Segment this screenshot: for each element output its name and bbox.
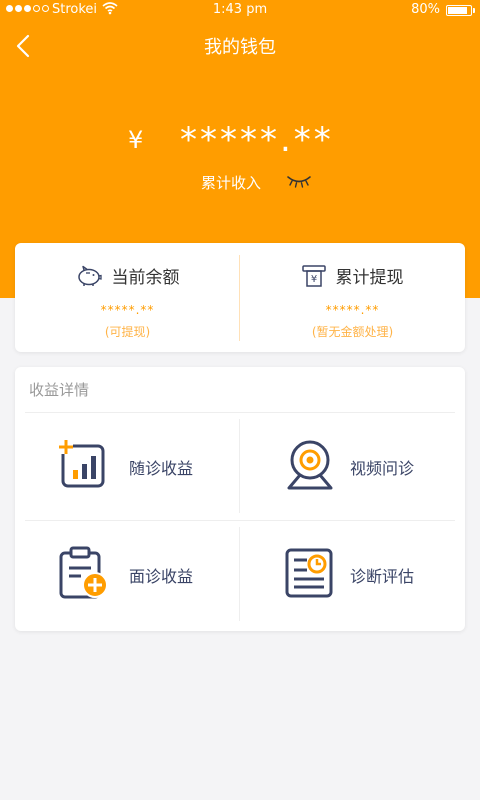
current-balance-note: (可提现) xyxy=(104,325,151,339)
battery-percent: 80% xyxy=(411,2,440,17)
followup-earnings-label: 随诊收益 xyxy=(129,459,194,478)
earnings-details-card: 收益详情 随诊收益 视频问诊 面诊收益 诊断评估 xyxy=(15,367,465,631)
in-person-earnings-label: 面诊收益 xyxy=(129,567,194,586)
page-title: 我的钱包 xyxy=(204,37,276,58)
video-consult-tile[interactable]: 视频问诊 xyxy=(240,413,465,521)
svg-text:¥: ¥ xyxy=(310,274,316,285)
diagnosis-assessment-label: 诊断评估 xyxy=(350,567,415,586)
battery-icon xyxy=(446,5,475,16)
section-title: 收益详情 xyxy=(29,381,90,399)
current-balance-label: 当前余额 xyxy=(111,268,180,288)
atm-withdraw-icon: ¥ xyxy=(301,264,326,287)
masked-amount: *****.** xyxy=(180,120,334,160)
current-balance-value: *****.** xyxy=(100,303,155,317)
total-withdrawn[interactable]: ¥ 累计提现 *****.** (暂无金额处理) xyxy=(240,243,465,352)
video-consult-label: 视频问诊 xyxy=(350,459,415,478)
webcam-icon xyxy=(287,440,333,490)
total-withdrawn-note: (暂无金额处理) xyxy=(311,325,394,339)
total-withdrawn-label: 累计提现 xyxy=(335,268,404,288)
current-balance[interactable]: 当前余额 *****.** (可提现) xyxy=(15,243,240,352)
balance-card: 当前余额 *****.** (可提现) ¥ 累计提现 *****.** (暂无金… xyxy=(15,243,465,352)
followup-chart-icon xyxy=(59,440,105,488)
piggy-bank-icon xyxy=(77,265,102,286)
clipboard-plus-icon xyxy=(59,546,108,599)
report-clock-icon xyxy=(285,548,333,598)
currency-symbol: ¥ xyxy=(128,126,144,154)
diagnosis-assessment-tile[interactable]: 诊断评估 xyxy=(240,521,465,629)
followup-earnings-tile[interactable]: 随诊收益 xyxy=(15,413,240,521)
income-label: 累计收入 xyxy=(201,174,262,192)
status-bar: Strokei 1:43 pm 80% xyxy=(0,0,480,20)
status-time: 1:43 pm xyxy=(212,2,268,17)
eye-closed-icon[interactable] xyxy=(286,174,312,188)
total-withdrawn-value: *****.** xyxy=(325,303,380,317)
in-person-earnings-tile[interactable]: 面诊收益 xyxy=(15,521,240,629)
